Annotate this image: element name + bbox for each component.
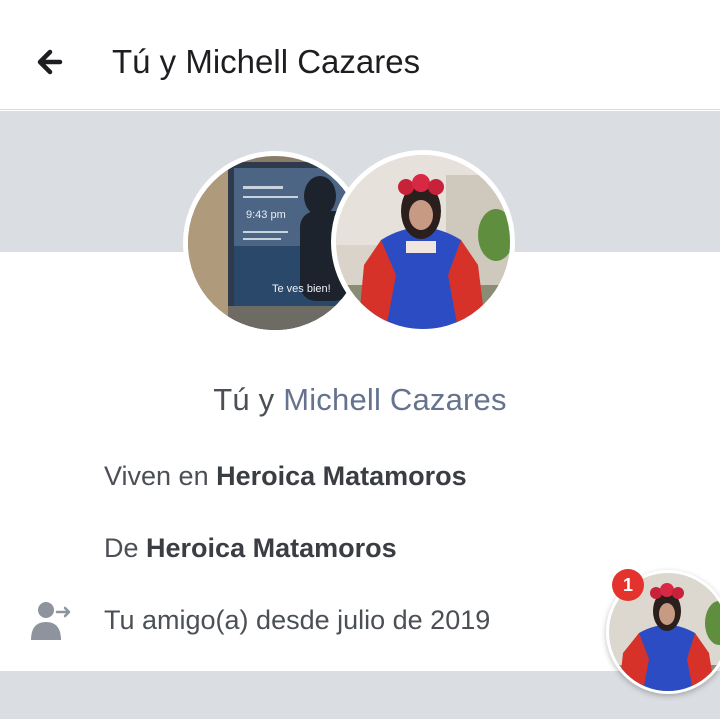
from-place[interactable]: Heroica Matamoros — [146, 533, 397, 563]
arrow-left-icon — [37, 49, 63, 75]
section-divider — [0, 671, 720, 719]
shared-hometown-row: De Heroica Matamoros — [104, 528, 397, 568]
person-arrow-icon — [28, 598, 76, 642]
mirror-caption-text: Te ves bien! — [272, 283, 331, 295]
lives-place[interactable]: Heroica Matamoros — [216, 461, 467, 491]
friends-since-row: Tu amigo(a) desde julio de 2019 — [104, 605, 491, 635]
unread-count-badge: 1 — [612, 569, 644, 601]
you-label: Tú y — [213, 382, 284, 417]
shared-residence-row: Viven en Heroica Matamoros — [104, 456, 467, 496]
friend-profile-photo[interactable] — [331, 150, 515, 334]
friend-name-link[interactable]: Michell Cazares — [283, 382, 507, 417]
page-title: Tú y Michell Cazares — [112, 43, 421, 80]
mirror-time-text: 9:43 pm — [246, 209, 286, 221]
from-prefix: De — [104, 533, 147, 563]
profile-photo-friend — [336, 155, 510, 329]
back-button[interactable] — [30, 40, 78, 84]
lives-prefix: Viven en — [104, 461, 217, 491]
relationship-names: Tú y Michell Cazares — [0, 378, 720, 422]
top-bar: Tú y Michell Cazares — [0, 0, 720, 110]
